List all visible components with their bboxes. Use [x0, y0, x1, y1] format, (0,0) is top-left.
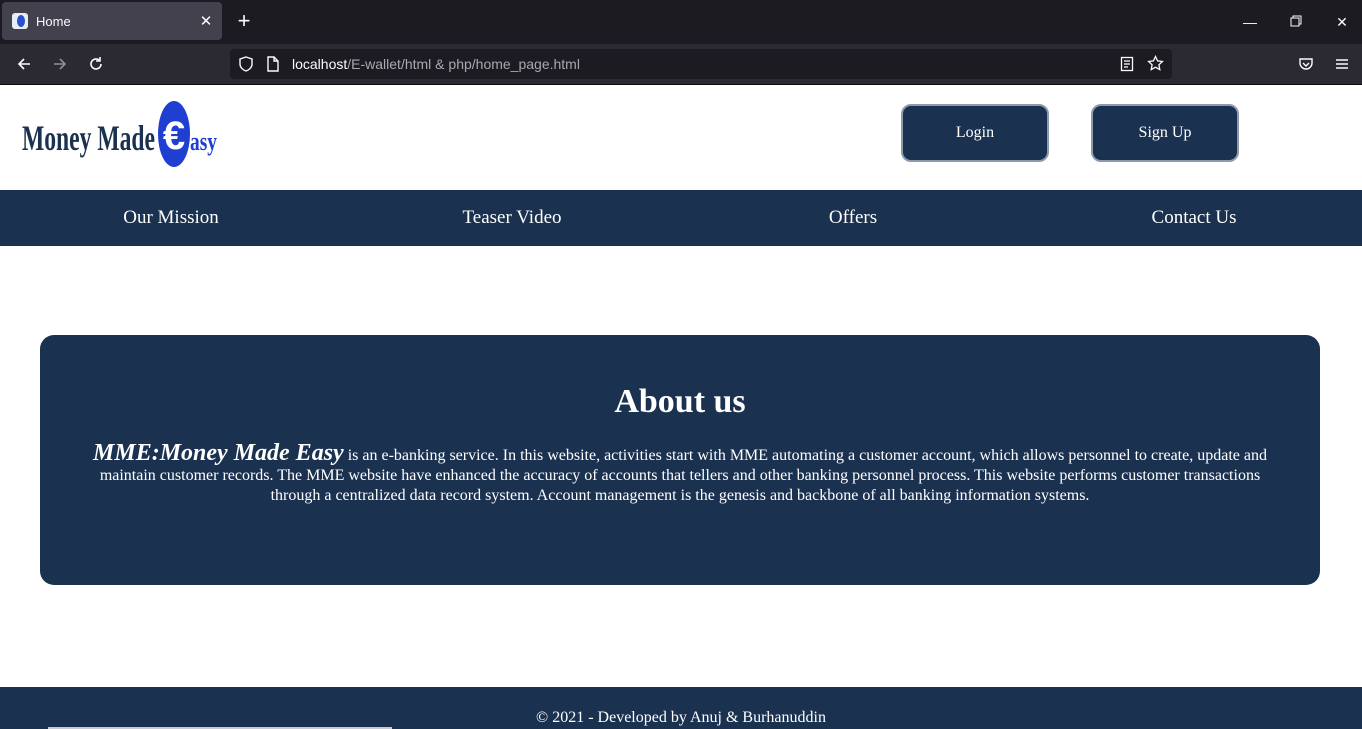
logo-text: Money Made: [22, 118, 155, 158]
new-tab-icon[interactable]: +: [232, 10, 256, 34]
reload-icon[interactable]: [84, 52, 108, 76]
browser-tab-strip: Home ✕ + — ✕: [0, 0, 1362, 44]
url-host: localhost: [292, 56, 348, 72]
restore-icon[interactable]: [1284, 10, 1308, 34]
main-menu: Our Mission Teaser Video Offers Contact …: [0, 190, 1362, 246]
address-bar[interactable]: localhost/E-wallet/html & php/home_page.…: [230, 49, 1172, 79]
euro-symbol: €: [163, 114, 185, 158]
browser-tab[interactable]: Home ✕: [2, 2, 222, 40]
app-menu-icon[interactable]: [1330, 52, 1354, 76]
menu-item-offers[interactable]: Offers: [753, 190, 953, 246]
about-us-title: About us: [614, 383, 746, 420]
login-button[interactable]: Login: [901, 104, 1049, 162]
url-text: localhost/E-wallet/html & php/home_page.…: [292, 56, 580, 72]
reader-view-icon[interactable]: [1120, 56, 1134, 77]
site-footer: © 2021 - Developed by Anuj & Burhanuddin: [0, 687, 1362, 729]
footer-copyright: © 2021 - Developed by Anuj & Burhanuddin: [536, 709, 826, 726]
back-icon[interactable]: [12, 52, 36, 76]
about-us-description: MME:Money Made Easy is an e-banking serv…: [78, 440, 1282, 506]
bookmark-star-icon[interactable]: [1147, 54, 1164, 77]
page-content: Money Made € asy Login Sign Up Our Missi…: [0, 85, 1362, 729]
menu-item-teaser-video[interactable]: Teaser Video: [412, 190, 612, 246]
tab-title: Home: [36, 13, 71, 29]
browser-navigation-bar: localhost/E-wallet/html & php/home_page.…: [0, 44, 1362, 85]
about-brand-name: MME:Money Made Easy: [93, 440, 344, 466]
logo-text-tail: asy: [190, 127, 217, 156]
page-info-icon[interactable]: [266, 56, 280, 77]
minimize-icon[interactable]: —: [1238, 10, 1262, 34]
menu-item-our-mission[interactable]: Our Mission: [71, 190, 271, 246]
pocket-icon[interactable]: [1294, 52, 1318, 76]
site-favicon-icon: [12, 13, 28, 29]
about-us-section: About us MME:Money Made Easy is an e-ban…: [40, 335, 1320, 585]
sign-up-button[interactable]: Sign Up: [1091, 104, 1239, 162]
menu-item-contact-us[interactable]: Contact Us: [1094, 190, 1294, 246]
forward-icon[interactable]: [48, 52, 72, 76]
close-window-icon[interactable]: ✕: [1330, 10, 1354, 34]
url-path: /E-wallet/html & php/home_page.html: [347, 56, 580, 72]
money-made-easy-logo[interactable]: Money Made € asy: [22, 100, 222, 170]
close-tab-icon[interactable]: ✕: [198, 12, 214, 30]
shield-icon[interactable]: [238, 56, 254, 77]
site-header: Money Made € asy Login Sign Up: [0, 85, 1362, 190]
